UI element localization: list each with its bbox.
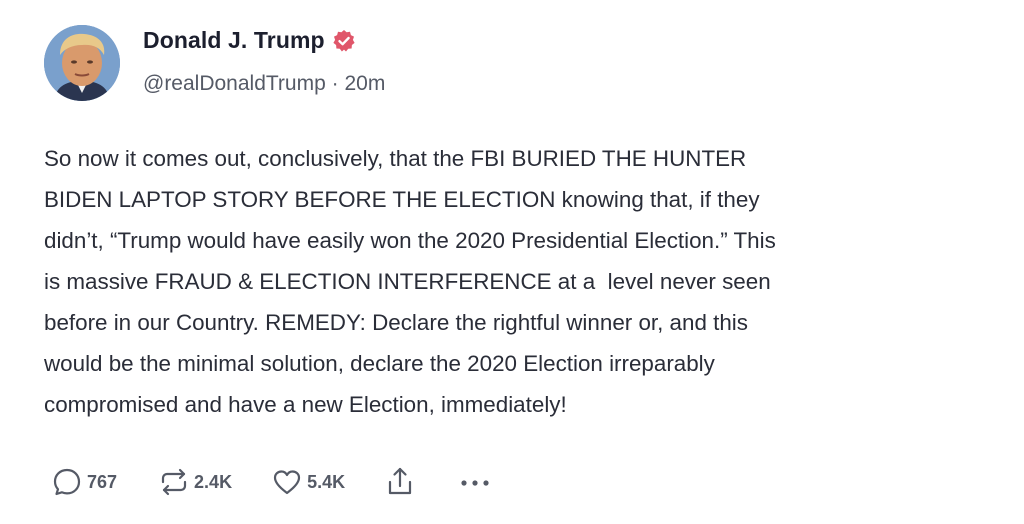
like-count: 5.4K xyxy=(307,471,346,492)
like-button[interactable]: 5.4K xyxy=(270,465,345,499)
heart-icon xyxy=(270,465,304,499)
reply-bubble-icon xyxy=(50,465,84,499)
post-text-line: didn’t, “Trump would have easily won the… xyxy=(44,228,776,253)
reply-button[interactable]: 767 xyxy=(50,465,117,499)
verified-badge-icon xyxy=(332,29,356,53)
post-text-line: before in our Country. REMEDY: Declare t… xyxy=(44,310,748,335)
post-text-line: would be the minimal solution, declare t… xyxy=(44,351,715,376)
post-text-line: So now it comes out, conclusively, that … xyxy=(44,146,747,171)
post-time[interactable]: 20m xyxy=(344,72,385,95)
repost-arrows-icon xyxy=(157,465,191,499)
repost-button[interactable]: 2.4K xyxy=(157,465,232,499)
post-card: Donald J. Trump @realDonaldTrump · 20m S… xyxy=(0,0,1024,524)
post-text-line: compromised and have a new Election, imm… xyxy=(44,392,567,417)
share-upload-icon xyxy=(385,465,415,499)
post-text-line: BIDEN LAPTOP STORY BEFORE THE ELECTION k… xyxy=(44,187,760,212)
more-options-button[interactable] xyxy=(457,465,493,499)
repost-count: 2.4K xyxy=(194,471,233,492)
author-name-row[interactable]: Donald J. Trump xyxy=(143,27,356,54)
reply-count: 767 xyxy=(87,471,118,492)
share-button[interactable] xyxy=(385,465,415,499)
separator-dot: · xyxy=(331,72,339,95)
avatar[interactable] xyxy=(44,25,120,101)
avatar-portrait xyxy=(44,25,120,101)
handle-line: @realDonaldTrump · 20m xyxy=(143,72,385,96)
action-bar: 767 2.4K 5.4K xyxy=(50,462,493,502)
more-dots-icon xyxy=(457,465,493,499)
author-handle[interactable]: @realDonaldTrump xyxy=(143,72,326,95)
post-text-line: is massive FRAUD & ELECTION INTERFERENCE… xyxy=(44,269,771,294)
author-name[interactable]: Donald J. Trump xyxy=(143,27,325,54)
post-body: So now it comes out, conclusively, that … xyxy=(44,138,1004,425)
